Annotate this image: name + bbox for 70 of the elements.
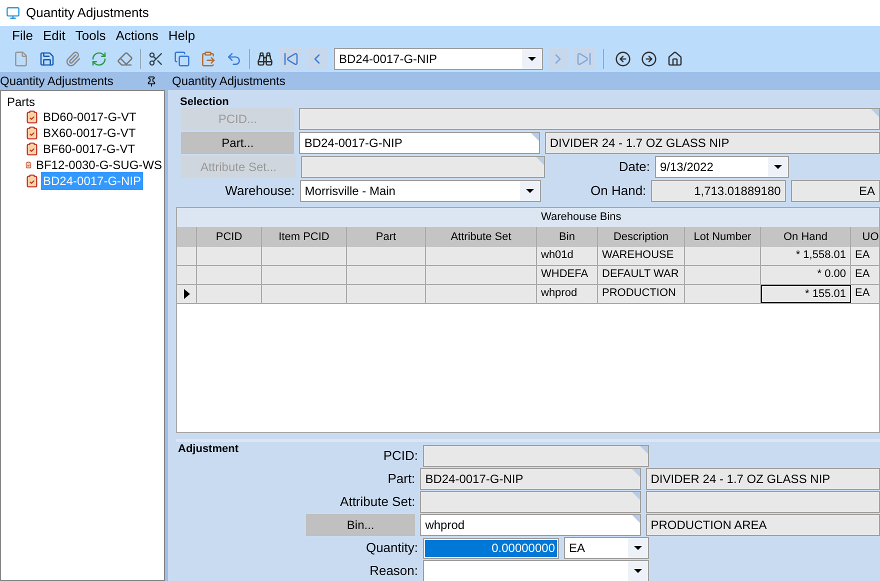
section-title: Selection — [179, 96, 230, 108]
dropdown-arrow-icon[interactable] — [634, 546, 642, 550]
table-cell: wh01d — [537, 247, 598, 265]
field-label: PCID: — [382, 447, 418, 466]
input-field[interactable] — [299, 108, 880, 130]
lookup-button[interactable]: Part... — [181, 132, 294, 154]
unit-select[interactable]: EA — [564, 537, 649, 559]
clipboard-icon — [25, 174, 39, 188]
bin-lookup-button[interactable]: Bin... — [306, 514, 416, 536]
clipboard-icon — [25, 126, 39, 140]
dropdown-arrow-icon[interactable] — [526, 189, 534, 193]
table-cell: EA — [851, 285, 879, 303]
input-field[interactable]: Morrisville - Main — [300, 180, 542, 202]
panel-title: Quantity Adjustments — [172, 73, 286, 90]
field-label: Part: — [386, 470, 416, 488]
section-title: Adjustment — [177, 442, 240, 455]
table-cell: * 0.00 — [761, 266, 851, 284]
tree-item[interactable]: BF12-0030-G-SUG-WS — [34, 156, 164, 174]
input-field[interactable] — [301, 156, 545, 178]
table-cell: whprod — [537, 285, 598, 303]
app-icon — [6, 6, 20, 20]
clipboard-icon — [25, 142, 39, 156]
table-cell: * 1,558.01 — [761, 247, 851, 265]
field-label: Reason: — [368, 562, 418, 580]
description-field[interactable]: PRODUCTION AREA — [646, 514, 880, 536]
dropdown-arrow-icon[interactable] — [634, 569, 642, 573]
menu-item[interactable]: Edit — [42, 26, 66, 46]
table-cell: PRODUCTION — [598, 285, 685, 303]
input-field[interactable]: BD24-0017-G-NIP — [299, 132, 540, 154]
menu-item[interactable]: File — [12, 26, 33, 46]
menu-item[interactable]: Tools — [75, 26, 106, 46]
unit-field[interactable]: EA — [790, 180, 880, 202]
input-field[interactable]: whprod — [420, 514, 641, 536]
previous-record-icon[interactable] — [306, 48, 328, 70]
input-field[interactable] — [423, 445, 649, 467]
description-field[interactable]: DIVIDER 24 - 1.7 OZ GLASS NIP — [646, 468, 880, 490]
clipboard-icon — [25, 110, 39, 124]
tree-item[interactable]: Parts — [7, 95, 164, 109]
last-record-icon[interactable] — [573, 48, 595, 70]
table-cell: * 155.01 — [761, 285, 851, 303]
field-label: On Hand: — [590, 182, 646, 200]
table-cell: WHDEFA — [537, 266, 598, 284]
field-label: Warehouse: — [224, 182, 295, 200]
dropdown-arrow-icon[interactable] — [528, 57, 536, 61]
tree-item[interactable]: BX60-0017-G-VT — [41, 124, 138, 142]
table-cell: DEFAULT WAR — [598, 266, 685, 284]
on-hand-field[interactable]: 1,713.01889180 — [651, 180, 786, 202]
field-label: Date: — [618, 158, 650, 176]
description-field[interactable] — [646, 491, 880, 513]
next-record-icon[interactable] — [547, 48, 569, 70]
tree-item[interactable]: BF60-0017-G-VT — [41, 140, 138, 158]
record-selector[interactable]: BD24-0017-G-NIP — [334, 48, 543, 70]
menu-item[interactable]: Actions — [116, 26, 158, 46]
grid-title: Warehouse Bins — [177, 208, 879, 227]
table-cell: EA — [851, 247, 879, 265]
menu-item[interactable]: Help — [168, 26, 196, 46]
tree-item[interactable]: BD60-0017-G-VT — [41, 108, 138, 126]
input-field[interactable] — [420, 491, 641, 513]
table-cell: WAREHOUSE — [598, 247, 685, 265]
input-field[interactable] — [423, 560, 649, 581]
field-label: Quantity: — [364, 539, 418, 558]
window-title: Quantity Adjustments — [26, 4, 149, 22]
quantity-field[interactable]: 0.00000000 — [423, 538, 559, 558]
table-cell: EA — [851, 266, 879, 284]
panel-title: Quantity Adjustments — [0, 73, 114, 90]
input-field[interactable]: BD24-0017-G-NIP — [420, 468, 641, 490]
field-label: Attribute Set: — [339, 493, 416, 512]
pin-icon[interactable] — [146, 76, 157, 86]
dropdown-arrow-icon[interactable] — [774, 165, 782, 169]
description-field[interactable]: DIVIDER 24 - 1.7 OZ GLASS NIP — [544, 132, 880, 154]
